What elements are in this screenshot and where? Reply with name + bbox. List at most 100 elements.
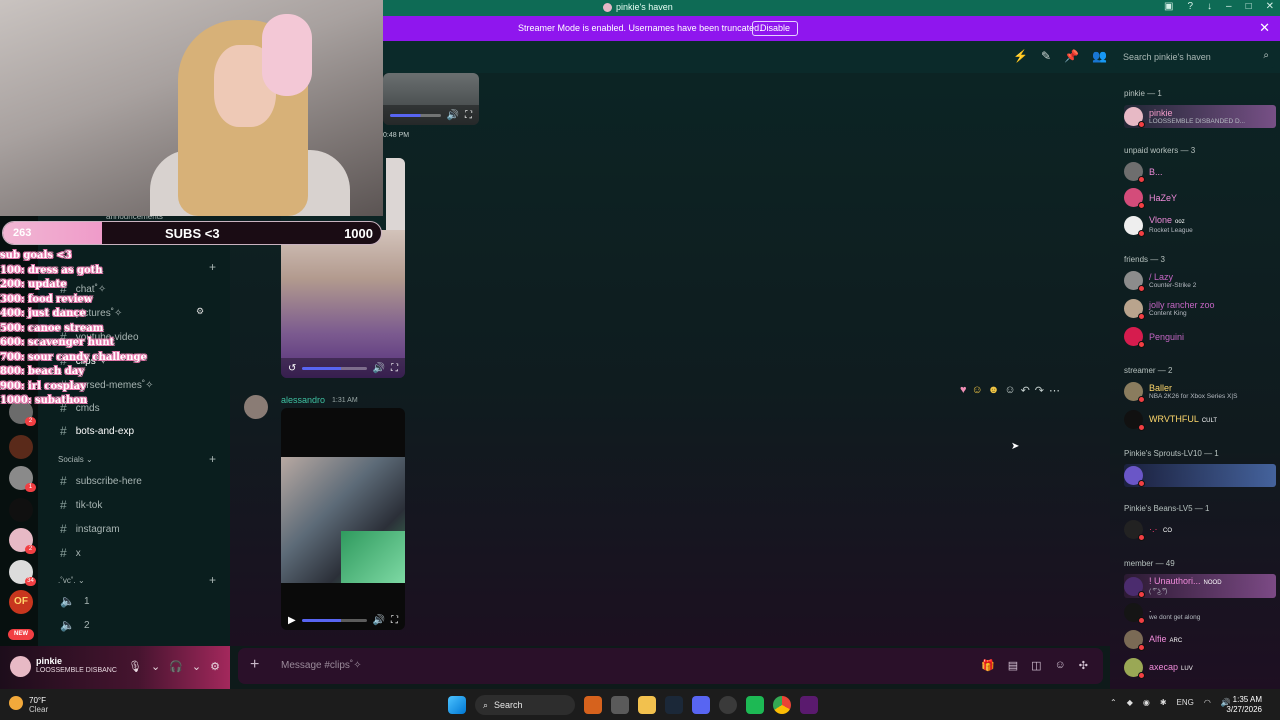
video-attachment[interactable]: 🔊 ⛶	[383, 73, 479, 125]
emoji-icon[interactable]: ☺	[972, 384, 983, 397]
download-icon[interactable]: ↓	[1207, 1, 1212, 12]
server-icon[interactable]	[9, 435, 33, 459]
member-item[interactable]: WRVTHFUL CULT	[1124, 410, 1276, 431]
chevron-down-icon[interactable]: ⌄	[151, 660, 160, 673]
member-item[interactable]: Alfie ARC	[1124, 630, 1276, 651]
chrome-icon[interactable]	[773, 696, 791, 714]
member-list-icon[interactable]: 👥	[1092, 49, 1107, 63]
message-composer[interactable]: + Message #clips˚✧ 🎁 ▤ ◫ ☺ ✣	[238, 648, 1103, 684]
reply-icon[interactable]: ↶	[1021, 384, 1030, 397]
volume-icon[interactable]: 🔊	[447, 110, 459, 121]
widget-icon[interactable]	[584, 696, 602, 714]
voice-channel-item[interactable]: 🔈 2	[60, 618, 90, 632]
channel-item[interactable]: # instagram	[60, 522, 120, 536]
add-reaction-icon[interactable]: ☺	[1004, 384, 1015, 397]
close-icon[interactable]: ✕	[1259, 20, 1270, 36]
volume-slider[interactable]	[301, 618, 367, 622]
add-channel-icon[interactable]: +	[209, 452, 216, 466]
member-item[interactable]: Baller NBA 2K26 for Xbox Series X|S	[1124, 382, 1276, 403]
fullscreen-icon[interactable]: ⛶	[465, 110, 472, 121]
channel-item[interactable]: # x	[60, 546, 81, 560]
server-icon[interactable]: 1	[9, 466, 36, 492]
task-view-icon[interactable]	[611, 696, 629, 714]
chevron-down-icon[interactable]: ⌄	[192, 660, 201, 673]
taskbar-search[interactable]: ⌕ Search	[475, 695, 575, 715]
kick-icon[interactable]	[800, 696, 818, 714]
category-socials[interactable]: Socials ⌄	[58, 455, 93, 464]
gift-icon[interactable]: 🎁	[981, 659, 995, 672]
add-channel-icon[interactable]: +	[209, 573, 216, 587]
obs-icon[interactable]	[719, 696, 737, 714]
member-item[interactable]: / Lazy Counter-Strike 2	[1124, 271, 1276, 292]
channel-item[interactable]: # bots-and-exp	[60, 424, 134, 438]
forward-icon[interactable]: ↷	[1035, 384, 1044, 397]
member-item[interactable]: ! Unauthori... NOOD( ͡° ͜ʖ ͡°)	[1124, 574, 1276, 598]
disable-button[interactable]: Disable	[752, 21, 799, 36]
gif-icon[interactable]: ▤	[1008, 659, 1018, 672]
volume-slider[interactable]	[302, 366, 367, 370]
fullscreen-icon[interactable]: ⛶	[391, 615, 398, 626]
volume-icon[interactable]: 🔊	[373, 363, 385, 374]
language-indicator[interactable]: ENG	[1177, 698, 1194, 707]
file-explorer-icon[interactable]	[638, 696, 656, 714]
message-input[interactable]: Message #clips˚✧	[281, 660, 362, 671]
wifi-icon[interactable]: ◠	[1204, 698, 1211, 707]
tray-app-icon[interactable]: ✱	[1160, 698, 1167, 707]
search-input[interactable]: Search pinkie's haven ⌕	[1115, 46, 1275, 68]
channel-item[interactable]: # subscribe-here	[60, 474, 142, 488]
threads-icon[interactable]: ⚡	[1013, 49, 1028, 63]
video-attachment[interactable]: ▶ 🔊 ⛶	[281, 408, 405, 630]
microphone-icon[interactable]: 🎙	[128, 660, 142, 673]
tray-app-icon[interactable]: ◆	[1127, 698, 1133, 707]
replay-icon[interactable]: ↺	[288, 363, 296, 374]
server-icon[interactable]: 34	[9, 560, 36, 586]
avatar[interactable]	[244, 395, 268, 419]
voice-channel-item[interactable]: 🔈 1	[60, 594, 90, 608]
invite-icon[interactable]: ⚙	[196, 306, 204, 317]
maximize-button[interactable]: □	[1246, 1, 1252, 12]
volume-slider[interactable]	[390, 113, 441, 117]
inbox-icon[interactable]: ▣	[1164, 1, 1173, 12]
member-item[interactable]: ·.· CO	[1124, 520, 1276, 541]
close-button[interactable]: ✕	[1266, 1, 1274, 12]
category-voice[interactable]: .˚vc˚. ⌄	[58, 576, 85, 585]
channel-item[interactable]: # tik-tok	[60, 498, 102, 512]
more-icon[interactable]: ⋯	[1049, 384, 1060, 397]
add-channel-icon[interactable]: +	[209, 260, 216, 274]
add-attachment-icon[interactable]: +	[250, 656, 259, 674]
server-icon[interactable]: 2	[9, 528, 36, 554]
member-item[interactable]: . we dont get along	[1124, 603, 1276, 624]
member-item[interactable]	[1124, 464, 1276, 487]
play-icon[interactable]: ▶	[288, 615, 296, 626]
apps-icon[interactable]: ✣	[1079, 659, 1088, 672]
heart-icon[interactable]: ♥	[960, 384, 967, 397]
headphones-icon[interactable]: 🎧	[169, 660, 183, 673]
member-item[interactable]: axecap LUV	[1124, 658, 1276, 679]
avatar[interactable]	[10, 656, 31, 677]
minimize-button[interactable]: –	[1226, 1, 1232, 12]
server-icon[interactable]	[9, 498, 33, 522]
member-item[interactable]: Vlone ooz Rocket League	[1124, 215, 1276, 237]
member-item[interactable]: Penguini	[1124, 327, 1276, 348]
server-icon[interactable]: OF	[9, 590, 33, 614]
fullscreen-icon[interactable]: ⛶	[391, 363, 398, 374]
pin-icon[interactable]: 📌	[1064, 49, 1079, 63]
member-item[interactable]: HaZeY	[1124, 188, 1276, 209]
settings-gear-icon[interactable]: ⚙	[210, 660, 220, 673]
member-item[interactable]: jolly rancher zoo Content King	[1124, 299, 1276, 320]
member-item[interactable]: B...	[1124, 162, 1276, 183]
steam-icon[interactable]	[665, 696, 683, 714]
clock[interactable]: 1:35 AM 3/27/2026	[1226, 695, 1262, 715]
windows-start-icon[interactable]	[448, 696, 466, 714]
chevron-up-icon[interactable]: ⌃	[1110, 698, 1117, 707]
member-item[interactable]: pinkie LOOSSEMBLE DISBANDED D...	[1124, 105, 1276, 128]
message-author[interactable]: alessandro	[281, 395, 325, 405]
notification-mute-icon[interactable]: ✎	[1041, 49, 1051, 63]
volume-icon[interactable]: 🔊	[373, 615, 385, 626]
discord-icon[interactable]	[692, 696, 710, 714]
weather-widget[interactable]: 70°F Clear	[9, 696, 48, 714]
tray-app-icon[interactable]: ◉	[1143, 698, 1150, 707]
cat-emoji-icon[interactable]: ☻	[988, 384, 1000, 397]
spotify-icon[interactable]	[746, 696, 764, 714]
help-icon[interactable]: ?	[1187, 1, 1193, 12]
